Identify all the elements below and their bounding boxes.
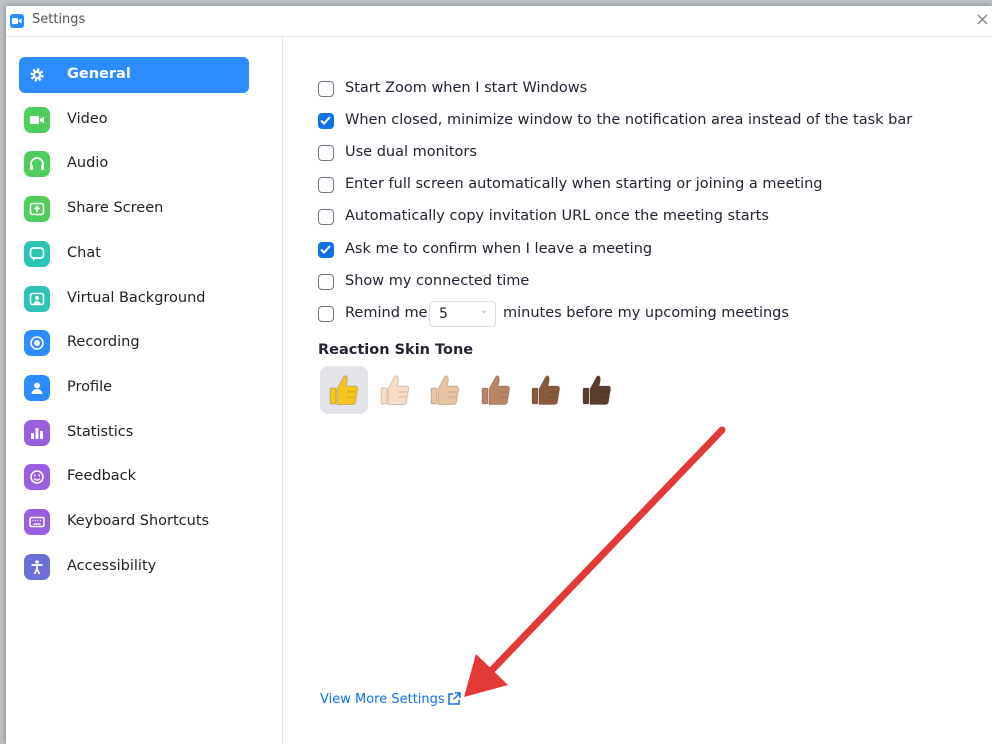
reminder-label: Remind me	[345, 305, 428, 321]
setting-option-label: Start Zoom when I start Windows	[345, 80, 588, 96]
sidebar-item-recording[interactable]: Recording	[19, 325, 249, 361]
statistics-icon	[24, 419, 50, 446]
settings-window: Settings × General Video Audio Share Screen…	[6, 6, 992, 744]
chevron-down-icon: ⌄	[479, 305, 488, 316]
checkbox-unchecked[interactable]	[318, 273, 334, 290]
checkbox-unchecked[interactable]	[318, 177, 334, 194]
sidebar-item-label: Audio	[67, 155, 109, 172]
sidebar-item-feedback[interactable]: Feedback	[19, 459, 249, 495]
sidebar-item-label: Video	[67, 110, 108, 127]
checkbox-unchecked[interactable]	[318, 145, 334, 162]
sidebar-item-label: Recording	[67, 334, 140, 351]
sidebar-item-accessibility[interactable]: Accessibility	[19, 549, 249, 585]
window-title: Settings	[32, 12, 86, 27]
skin-tone-thumbs-up-3[interactable]	[421, 366, 469, 414]
skin-tone-thumbs-up-5[interactable]	[522, 366, 570, 414]
accessibility-icon	[24, 553, 50, 580]
feedback-icon	[24, 464, 50, 491]
checkbox-unchecked[interactable]	[318, 81, 334, 97]
skin-tone-picker	[320, 366, 630, 416]
thumbs-up-icon	[329, 375, 359, 405]
sidebar-item-label: Feedback	[67, 468, 137, 485]
sidebar-item-chat[interactable]: Chat	[19, 236, 249, 272]
sidebar-item-statistics[interactable]: Statistics	[19, 415, 249, 451]
thumbs-up-icon	[430, 375, 460, 405]
external-link-icon[interactable]	[446, 691, 462, 707]
sidebar-item-label: Accessibility	[67, 557, 157, 574]
skin-tone-thumbs-up-6[interactable]	[573, 366, 621, 414]
keyboard-icon	[24, 509, 50, 535]
sidebar-item-audio[interactable]: Audio	[19, 146, 249, 182]
chat-icon	[24, 240, 50, 267]
virtual-background-icon	[24, 285, 50, 312]
sidebar-item-video[interactable]: Video	[19, 102, 249, 138]
setting-option-label: When closed, minimize window to the noti…	[345, 112, 913, 129]
video-icon	[24, 106, 50, 133]
reminder-minutes-select[interactable]: 5 ⌄	[429, 301, 496, 327]
profile-icon	[24, 374, 50, 401]
setting-option-label: Show my connected time	[345, 272, 530, 289]
gear-icon	[24, 62, 50, 88]
share-screen-icon	[24, 196, 50, 223]
reaction-skin-tone-title: Reaction Skin Tone	[318, 342, 474, 358]
sidebar-item-label: Profile	[67, 378, 113, 395]
view-more-settings-link[interactable]: View More Settings	[320, 692, 445, 707]
checkbox-checked[interactable]	[318, 241, 334, 258]
sidebar-item-share-screen[interactable]: Share Screen	[19, 191, 249, 227]
sidebar-item-label: Keyboard Shortcuts	[67, 513, 210, 529]
thumbs-up-icon	[481, 375, 510, 405]
thumbs-up-icon	[582, 375, 611, 405]
sidebar-item-label: Share Screen	[67, 200, 164, 217]
setting-option-label: Enter full screen automatically when sta…	[345, 176, 823, 193]
reminder-suffix-label: minutes before my upcoming meetings	[503, 305, 789, 321]
sidebar-item-label: General	[67, 66, 131, 82]
checkbox-checked[interactable]	[318, 113, 334, 130]
checkbox-unchecked[interactable]	[318, 209, 334, 226]
skin-tone-thumbs-up-2[interactable]	[371, 366, 419, 414]
setting-option-label: Use dual monitors	[345, 144, 477, 161]
sidebar-item-label: Chat	[67, 244, 101, 261]
settings-sidebar: General Video Audio Share Screen Chat Virtual…	[6, 37, 283, 744]
sidebar-item-general[interactable]: General	[19, 57, 249, 93]
title-bar: Settings ×	[6, 6, 992, 37]
setting-option-label: Ask me to confirm when I leave a meeting	[345, 240, 653, 257]
skin-tone-thumbs-up-1[interactable]	[320, 366, 368, 414]
zoom-app-icon	[10, 14, 24, 28]
reminder-checkbox[interactable]	[318, 306, 334, 322]
general-settings-panel: Start Zoom when I start Windows When clos…	[283, 37, 992, 744]
sidebar-item-profile[interactable]: Profile	[19, 370, 249, 406]
sidebar-item-label: Virtual Background	[67, 289, 206, 306]
sidebar-item-keyboard-shortcuts[interactable]: Keyboard Shortcuts	[19, 504, 249, 540]
reminder-minutes-value: 5	[439, 306, 448, 322]
headphones-icon	[24, 151, 50, 178]
recording-icon	[24, 330, 50, 357]
sidebar-item-label: Statistics	[67, 423, 134, 440]
sidebar-item-virtual-background[interactable]: Virtual Background	[19, 281, 249, 317]
setting-option-label: Automatically copy invitation URL once t…	[345, 208, 769, 225]
skin-tone-thumbs-up-4[interactable]	[472, 366, 520, 414]
thumbs-up-icon	[531, 375, 561, 405]
close-button[interactable]: ×	[975, 9, 990, 30]
thumbs-up-icon	[380, 375, 409, 405]
